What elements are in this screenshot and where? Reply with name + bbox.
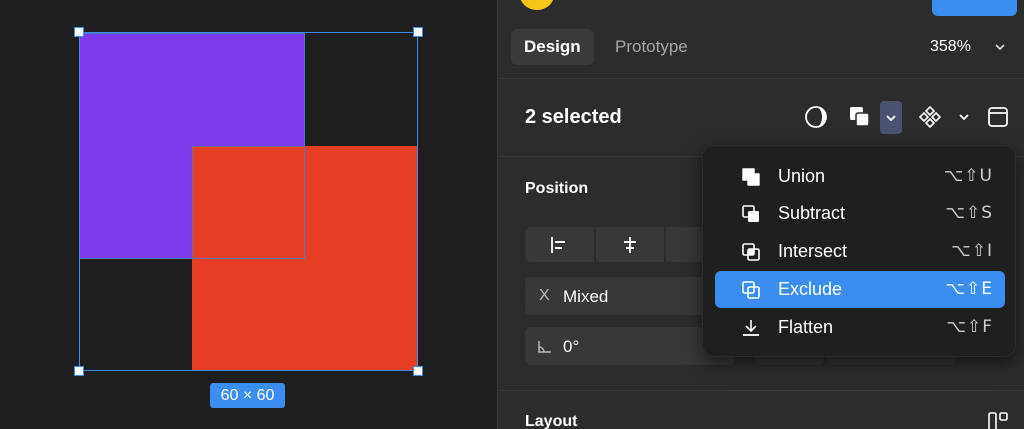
boolean-operations-menu: Union ⌥⇧U Subtract ⌥⇧S Intersect ⌥⇧I Exc…: [702, 145, 1016, 357]
union-icon: [741, 167, 761, 187]
exclude-icon: [741, 280, 761, 300]
chevron-down-icon[interactable]: [995, 40, 1005, 54]
menu-item-shortcut: ⌥⇧S: [945, 203, 993, 223]
avatar[interactable]: [520, 0, 554, 10]
selection-count: 2 selected: [525, 106, 622, 128]
menu-item-exclude[interactable]: Exclude ⌥⇧E: [715, 271, 1005, 308]
menu-item-flatten[interactable]: Flatten ⌥⇧F: [715, 309, 1005, 346]
component-icon[interactable]: [918, 105, 942, 129]
menu-item-shortcut: ⌥⇧F: [946, 317, 993, 337]
boolean-groups-icon[interactable]: [848, 105, 872, 129]
menu-item-label: Intersect: [778, 241, 848, 261]
align-left-button[interactable]: [525, 227, 594, 262]
x-field-value[interactable]: Mixed: [563, 287, 608, 307]
divider: [498, 390, 1024, 391]
divider: [498, 78, 1024, 79]
menu-item-intersect[interactable]: Intersect ⌥⇧I: [715, 233, 1005, 270]
selection-box[interactable]: [79, 32, 418, 371]
frame-icon[interactable]: [986, 105, 1010, 129]
tab-prototype[interactable]: Prototype: [602, 29, 701, 65]
canvas[interactable]: 60 × 60: [0, 0, 497, 429]
menu-item-shortcut: ⌥⇧E: [945, 279, 993, 299]
layout-options-icon[interactable]: [988, 412, 1008, 429]
intersect-icon: [741, 242, 761, 262]
share-button[interactable]: [932, 0, 1017, 16]
menu-item-label: Flatten: [778, 317, 834, 337]
x-field-label: X: [539, 287, 550, 304]
mask-icon[interactable]: [804, 105, 828, 129]
resize-handle-bottom-right[interactable]: [413, 366, 423, 376]
angle-icon: [537, 338, 553, 359]
resize-handle-top-right[interactable]: [413, 27, 423, 37]
section-title-layout: Layout: [525, 413, 578, 429]
zoom-level[interactable]: 358%: [930, 38, 971, 56]
size-badge: 60 × 60: [210, 383, 285, 408]
section-title-position: Position: [525, 180, 589, 197]
align-horizontal-center-button[interactable]: [595, 227, 665, 262]
boolean-dropdown-button[interactable]: [880, 101, 902, 134]
menu-item-union[interactable]: Union ⌥⇧U: [715, 158, 1005, 195]
menu-item-label: Subtract: [778, 203, 846, 223]
resize-handle-top-left[interactable]: [74, 27, 84, 37]
menu-item-shortcut: ⌥⇧U: [943, 166, 993, 186]
subtract-icon: [741, 204, 761, 224]
menu-item-label: Exclude: [778, 279, 843, 299]
flatten-icon: [741, 318, 761, 338]
resize-handle-bottom-left[interactable]: [74, 366, 84, 376]
chevron-down-icon[interactable]: [952, 105, 976, 129]
menu-item-shortcut: ⌥⇧I: [951, 241, 993, 261]
menu-item-label: Union: [778, 166, 826, 186]
rotation-value[interactable]: 0°: [563, 337, 579, 357]
menu-item-subtract[interactable]: Subtract ⌥⇧S: [715, 195, 1005, 232]
tab-design[interactable]: Design: [511, 29, 594, 65]
